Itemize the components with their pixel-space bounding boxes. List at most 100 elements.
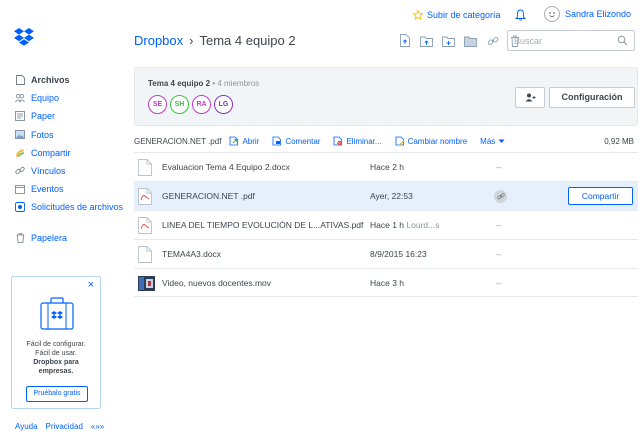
breadcrumb-root[interactable]: Dropbox: [134, 33, 183, 48]
close-icon[interactable]: ×: [88, 280, 94, 291]
team-icon: [15, 93, 25, 103]
file-modified: Hace 2 h: [370, 162, 405, 172]
member-avatar[interactable]: SE: [148, 95, 167, 114]
files-icon: [15, 75, 25, 86]
photos-icon: [15, 130, 25, 140]
avatar: [544, 6, 560, 22]
table-row[interactable]: Video, nuevos docentes.mov Hace 3 h --: [134, 268, 638, 297]
modified-by: Lourd...s: [406, 220, 440, 230]
help-link[interactable]: Ayuda: [15, 422, 38, 431]
share-button[interactable]: Compartir: [568, 187, 633, 205]
dropbox-logo[interactable]: [13, 28, 35, 50]
new-folder-icon[interactable]: [442, 34, 455, 47]
file-members: --: [496, 220, 502, 230]
sidebar-item-label: Solicitudes de archivos: [31, 202, 124, 213]
shared-folder-icon[interactable]: [464, 34, 477, 47]
file-members: --: [496, 277, 502, 288]
sidebar-item-archivos[interactable]: Archivos: [15, 71, 125, 89]
file-modified: Hace 3 h: [370, 277, 405, 288]
table-row[interactable]: TEMA4A3.docx 8/9/2015 16:23 --: [134, 239, 638, 268]
rename-button[interactable]: Cambiar nombre: [395, 136, 467, 146]
sidebar-item-eventos[interactable]: Eventos: [15, 180, 125, 198]
sidebar-item-label: Fotos: [31, 129, 54, 140]
file-list: Evaluacion Tema 4 Equipo 2.docx Hace 2 h…: [134, 152, 638, 297]
file-size: 0,92 MB: [604, 136, 634, 146]
link-icon[interactable]: [486, 34, 499, 47]
star-icon: [413, 10, 423, 20]
user-menu[interactable]: Sandra Elizondo: [544, 6, 631, 22]
add-member-button[interactable]: [515, 87, 545, 108]
smiley-icon: [549, 12, 555, 17]
delete-icon: [334, 136, 343, 146]
comment-icon: [272, 136, 282, 146]
sidebar-item-papelera[interactable]: Papelera: [15, 229, 125, 247]
document-icon: [138, 246, 153, 263]
table-row[interactable]: GENERACION.NET .pdf Ayer, 22:53 Comparti…: [134, 181, 638, 210]
sidebar-item-solicitudes[interactable]: Solicitudes de archivos: [15, 198, 125, 216]
notifications-bell-icon[interactable]: [514, 9, 527, 23]
search-placeholder: Buscar: [514, 36, 543, 46]
events-icon: [15, 184, 25, 195]
upgrade-label: Subir de categoría: [427, 10, 501, 20]
member-avatar[interactable]: RA: [192, 95, 211, 114]
member-avatar[interactable]: LG: [214, 95, 233, 114]
file-name[interactable]: GENERACION.NET .pdf: [162, 191, 255, 201]
sidebar-item-equipo[interactable]: Equipo: [15, 89, 125, 107]
file-name[interactable]: TEMA4A3.docx: [162, 249, 221, 259]
file-members: --: [496, 249, 502, 259]
document-icon: [138, 159, 153, 176]
pdf-icon: [138, 188, 153, 205]
more-link[interactable]: «»»: [91, 422, 104, 431]
upload-folder-icon[interactable]: [420, 34, 433, 47]
file-name[interactable]: LINEA DEL TIEMPO EVOLUCIÓN DE L...ATIVAS…: [162, 220, 363, 230]
comment-button[interactable]: Comentar: [272, 136, 320, 146]
sidebar-item-compartir[interactable]: Compartir: [15, 144, 125, 162]
briefcase-icon: [39, 297, 75, 334]
open-button[interactable]: Abrir: [229, 136, 259, 146]
member-list: SE SH RA LG: [148, 95, 233, 114]
link-icon[interactable]: [494, 190, 507, 203]
file-action-bar: GENERACION.NET .pdf Abrir Comentar Elimi…: [134, 134, 638, 148]
search-icon: [617, 35, 628, 48]
file-modified: Ayer, 22:53: [370, 191, 413, 201]
delete-button[interactable]: Eliminar...: [333, 136, 382, 146]
link-icon: [15, 166, 25, 176]
rename-icon: [395, 136, 405, 146]
sidebar-item-label: Equipo: [31, 93, 60, 104]
more-dropdown[interactable]: Más: [480, 137, 505, 146]
table-row[interactable]: LINEA DEL TIEMPO EVOLUCIÓN DE L...ATIVAS…: [134, 210, 638, 239]
shared-folder-panel: Tema 4 equipo 2 • 4 miembros SE SH RA LG…: [134, 67, 638, 126]
sidebar-item-label: Papelera: [31, 232, 68, 243]
pdf-icon: [138, 217, 153, 234]
sidebar-item-label: Archivos: [31, 75, 70, 86]
add-user-icon: [525, 93, 535, 102]
configuration-button[interactable]: Configuración: [549, 87, 635, 108]
file-modified: 8/9/2015 16:23: [370, 249, 427, 259]
sidebar-item-vinculos[interactable]: Vínculos: [15, 162, 125, 180]
user-name: Sandra Elizondo: [565, 9, 632, 19]
try-free-button[interactable]: Pruébalo gratis: [26, 386, 88, 402]
file-name[interactable]: Video, nuevos docentes.mov: [162, 278, 271, 288]
shared-folder-title: Tema 4 equipo 2 • 4 miembros: [148, 79, 259, 88]
sidebar-item-label: Compartir: [31, 147, 71, 158]
table-row[interactable]: Evaluacion Tema 4 Equipo 2.docx Hace 2 h…: [134, 152, 638, 181]
video-thumbnail-icon: [138, 275, 155, 292]
file-request-icon: [15, 202, 25, 213]
file-members: --: [496, 162, 502, 172]
share-icon: [15, 148, 25, 158]
dropbox-logo-icon: [14, 28, 34, 46]
sidebar-item-fotos[interactable]: Fotos: [15, 126, 125, 144]
upgrade-link[interactable]: Subir de categoría: [413, 10, 501, 20]
folder-toolbar: [398, 34, 521, 47]
search-input[interactable]: Buscar: [507, 30, 635, 51]
footer-links: Ayuda Privacidad «»»: [15, 422, 104, 431]
sidebar-item-paper[interactable]: Paper: [15, 107, 125, 125]
privacy-link[interactable]: Privacidad: [46, 422, 83, 431]
sidebar-item-label: Vínculos: [31, 166, 66, 177]
member-avatar[interactable]: SH: [170, 95, 189, 114]
upload-file-icon[interactable]: [398, 34, 411, 47]
trash-icon: [15, 232, 25, 243]
open-icon: [230, 136, 239, 146]
selected-file-name: GENERACION.NET .pdf: [134, 136, 222, 146]
file-name[interactable]: Evaluacion Tema 4 Equipo 2.docx: [162, 162, 290, 172]
